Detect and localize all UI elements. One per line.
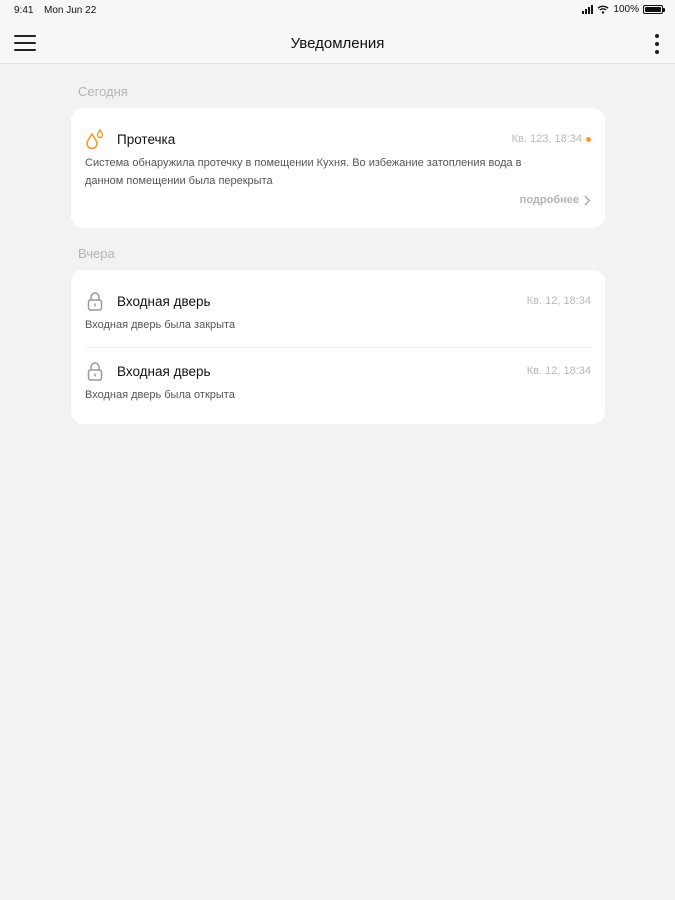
notification-title: Входная дверь — [117, 364, 211, 379]
notification-title: Протечка — [117, 132, 176, 147]
section-title-yesterday: Вчера — [78, 246, 115, 261]
status-time: 9:41 — [14, 5, 34, 16]
notification-time-text: Кв. 123, 18:34 — [511, 133, 582, 145]
lock-icon — [87, 292, 103, 311]
header: Уведомления — [0, 22, 675, 64]
notification-text: Входная дверь была закрыта — [85, 319, 236, 331]
notification-text-line-1: Система обнаружила протечку в помещении … — [85, 157, 522, 169]
unread-dot-icon — [586, 136, 591, 142]
notification-title: Входная дверь — [117, 294, 211, 309]
details-link[interactable]: подробнее — [520, 194, 591, 206]
status-date: Mon Jun 22 — [44, 5, 97, 16]
lock-icon — [87, 362, 103, 381]
notification-time: Кв. 12, 18:34 — [526, 365, 591, 377]
notification-text: Входная дверь была открыта — [85, 389, 235, 401]
section-title-today: Сегодня — [78, 84, 128, 99]
more-vertical-icon[interactable] — [653, 34, 661, 54]
battery-icon — [643, 5, 665, 14]
notification-time: Кв. 12, 18:34 — [526, 295, 591, 307]
notification-time: Кв. 123, 18:34 — [512, 133, 591, 145]
wifi-icon — [597, 5, 609, 14]
notification-card-today: Протечка Кв. 123, 18:34 Система обнаружи… — [71, 108, 605, 228]
cellular-signal-icon — [582, 5, 594, 14]
notification-text: Система обнаружила протечку в помещении … — [85, 154, 591, 190]
status-bar: 9:41 Mon Jun 22 100% — [0, 0, 675, 22]
battery-percent: 100% — [613, 4, 639, 15]
status-indicators: 100% — [582, 4, 665, 15]
page-title: Уведомления — [290, 35, 385, 52]
details-link-label: подробнее — [519, 194, 579, 206]
notification-card-yesterday: Входная дверь Кв. 12, 18:34 Входная двер… — [71, 270, 605, 424]
notification-text-line-2: данном помещении была перекрыта — [85, 175, 273, 187]
water-drops-icon — [86, 128, 104, 150]
divider — [85, 347, 591, 348]
chevron-right-icon — [584, 194, 591, 206]
